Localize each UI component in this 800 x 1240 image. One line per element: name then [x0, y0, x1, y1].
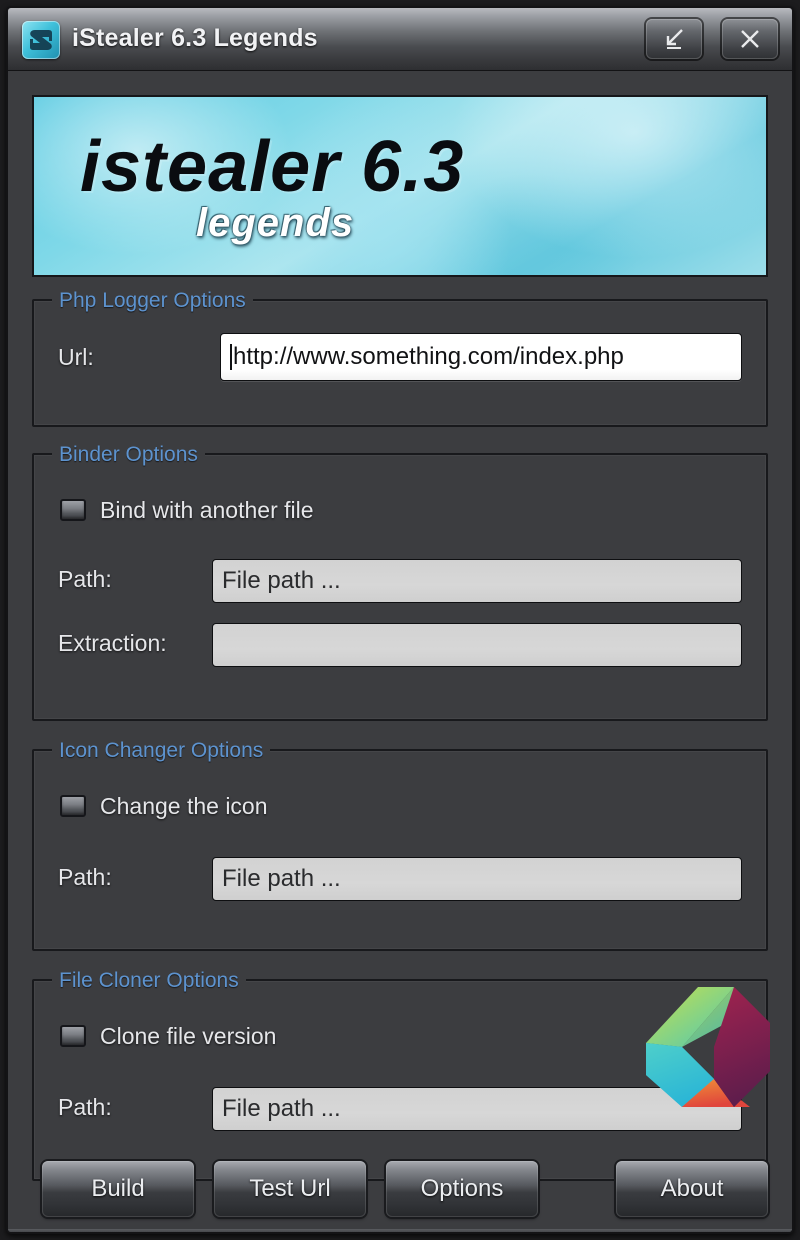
- banner-subtitle: legends: [196, 201, 355, 245]
- about-button[interactable]: About: [616, 1161, 768, 1217]
- binder-path-label: Path:: [58, 566, 112, 592]
- group-file-cloner-options: File Cloner Options Clone file version P…: [32, 968, 768, 1181]
- bind-with-another-file-checkbox-row[interactable]: Bind with another file: [60, 497, 314, 523]
- group-php-logger-options: Php Logger Options Url: http://www.somet…: [32, 288, 768, 427]
- window-body: istealer 6.3 legends Php Logger Options …: [8, 71, 792, 1232]
- change-the-icon-checkbox[interactable]: [60, 795, 86, 817]
- clone-file-version-checkbox-row[interactable]: Clone file version: [60, 1023, 276, 1049]
- group-title-icon-changer: Icon Changer Options: [52, 738, 271, 763]
- options-button[interactable]: Options: [386, 1161, 538, 1217]
- binder-extraction-label: Extraction:: [58, 630, 167, 656]
- text-caret: [230, 344, 232, 370]
- icon-path-label: Path:: [58, 864, 112, 890]
- icon-path-value: File path ...: [222, 865, 341, 892]
- cloner-path-value: File path ...: [222, 1095, 341, 1122]
- group-title-binder: Binder Options: [52, 442, 205, 467]
- app-banner: istealer 6.3 legends: [32, 95, 768, 277]
- cloner-path-input[interactable]: File path ...: [212, 1087, 742, 1131]
- icon-path-input[interactable]: File path ...: [212, 857, 742, 901]
- window-title: iStealer 6.3 Legends: [72, 24, 318, 52]
- build-button-label: Build: [91, 1175, 145, 1202]
- url-input-value: http://www.something.com/index.php: [233, 343, 624, 370]
- minimize-button[interactable]: [646, 19, 702, 59]
- banner-wordmark: istealer 6.3: [80, 127, 465, 207]
- group-title-php-logger: Php Logger Options: [52, 288, 253, 313]
- bind-with-another-file-label: Bind with another file: [100, 497, 314, 523]
- binder-path-input[interactable]: File path ...: [212, 559, 742, 603]
- close-button[interactable]: [722, 19, 778, 59]
- binder-extraction-input[interactable]: [212, 623, 742, 667]
- app-logo-icon: [22, 21, 60, 59]
- about-button-label: About: [660, 1175, 724, 1202]
- group-icon-changer-options: Icon Changer Options Change the icon Pat…: [32, 738, 768, 951]
- build-button[interactable]: Build: [42, 1161, 194, 1217]
- clone-file-version-label: Clone file version: [100, 1023, 277, 1049]
- close-icon: [741, 30, 759, 48]
- url-input[interactable]: http://www.something.com/index.php: [220, 333, 742, 381]
- change-the-icon-label: Change the icon: [100, 793, 268, 819]
- url-label: Url:: [58, 344, 94, 370]
- group-binder-options: Binder Options Bind with another file Pa…: [32, 442, 768, 721]
- window-bottom-strip: [8, 1229, 792, 1232]
- minimize-icon: [666, 29, 683, 49]
- group-title-file-cloner: File Cloner Options: [52, 968, 246, 993]
- options-button-label: Options: [420, 1175, 504, 1202]
- test-url-button-label: Test Url: [249, 1175, 331, 1202]
- bind-with-another-file-checkbox[interactable]: [60, 499, 86, 521]
- binder-path-value: File path ...: [222, 567, 341, 594]
- cloner-path-label: Path:: [58, 1094, 112, 1120]
- test-url-button[interactable]: Test Url: [214, 1161, 366, 1217]
- application-window: iStealer 6.3 Legends istealer 6.3 legend…: [6, 6, 794, 1234]
- clone-file-version-checkbox[interactable]: [60, 1025, 86, 1047]
- title-bar: iStealer 6.3 Legends: [8, 8, 792, 71]
- change-the-icon-checkbox-row[interactable]: Change the icon: [60, 793, 268, 819]
